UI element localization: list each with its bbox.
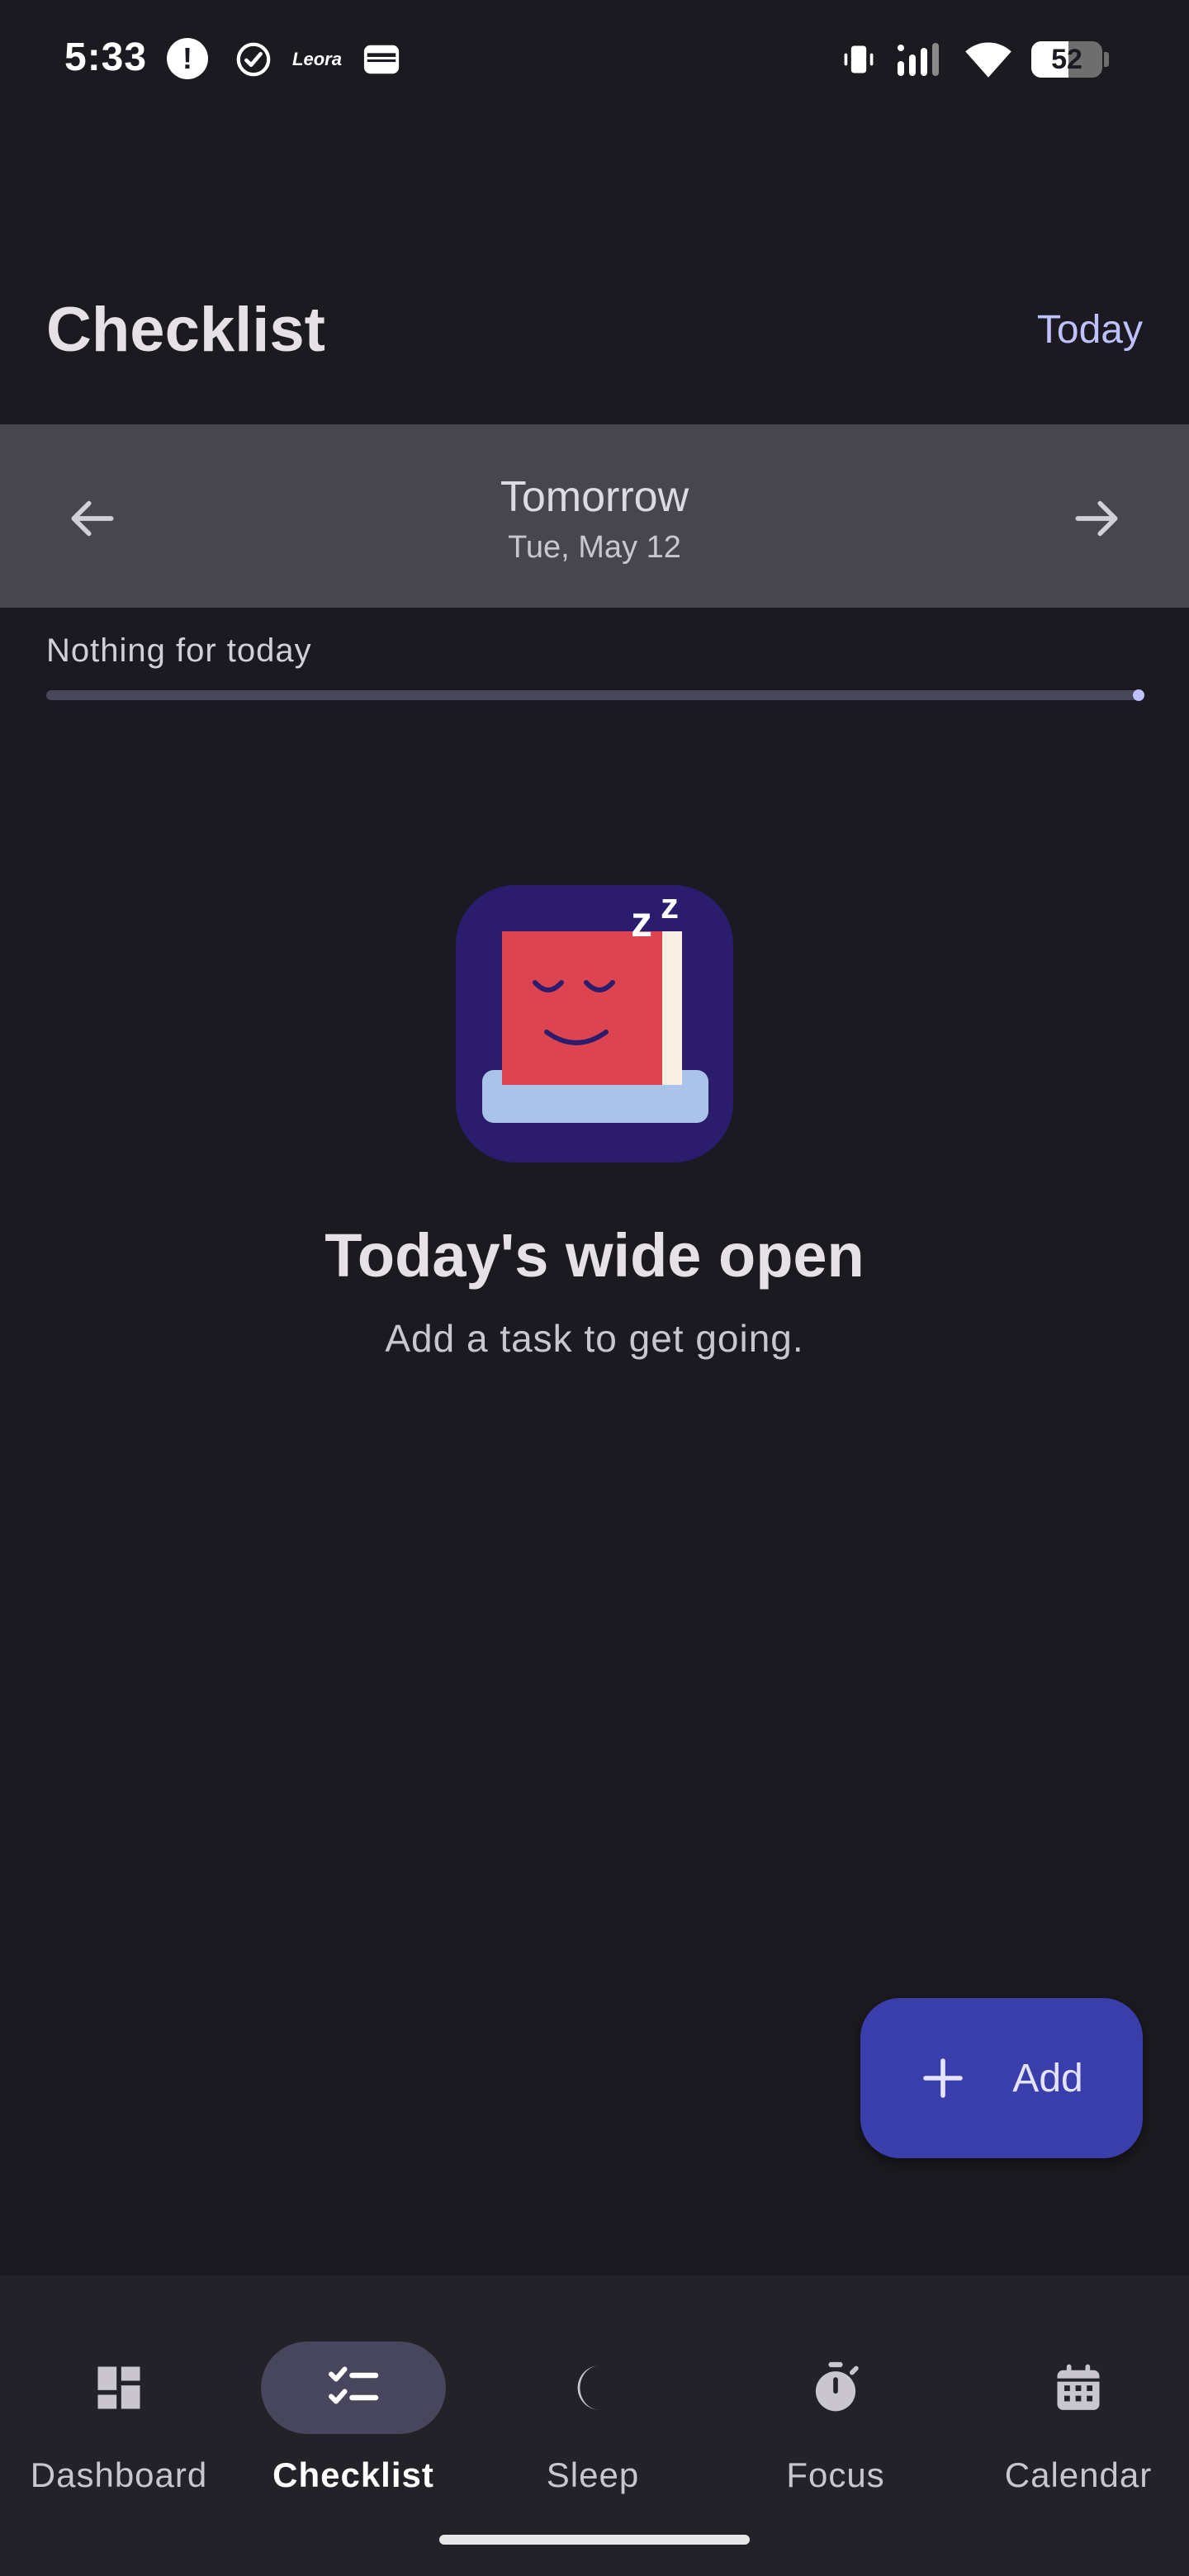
checklist-screen: 5:33 ! Leora 52 Checklist Today Tomorrow… [0,0,1189,2576]
nav-item-sleep[interactable]: Sleep [474,2308,712,2507]
status-time: 5:33 [64,36,148,79]
nav-label-focus: Focus [786,2455,885,2494]
battery-icon: 52 [1030,38,1110,81]
checklist-icon [329,2366,379,2404]
dashboard-icon [97,2366,140,2409]
progress-end-dot [1133,689,1144,701]
battery-level: 52 [1051,43,1082,75]
nav-item-focus[interactable]: Focus [717,2308,955,2507]
moon-icon [577,2365,600,2410]
sleeping-checklist-illustration: z z [456,885,733,1163]
date-navigator: Tomorrow Tue, May 12 [0,424,1189,608]
check-circle-icon [233,38,274,81]
date-subtitle: Tue, May 12 [508,530,681,565]
nav-item-dashboard[interactable]: Dashboard [0,2308,238,2507]
home-indicator[interactable] [439,2535,750,2545]
empty-state-title: Today's wide open [324,1221,865,1290]
nav-item-calendar[interactable]: Calendar [959,2308,1189,2507]
sleep-z-glyph: z [631,898,652,946]
status-bar: 5:33 ! Leora 52 [0,0,1189,116]
plus-icon [923,2058,964,2098]
nav-item-checklist[interactable]: Checklist [234,2308,472,2507]
wallet-icon [360,38,403,81]
wifi-icon [963,38,1014,81]
next-day-button[interactable] [1057,479,1136,558]
add-task-button[interactable]: Add [860,1998,1143,2158]
nav-label-sleep: Sleep [546,2455,640,2494]
arrow-right-icon [1075,500,1118,537]
nav-label-dashboard: Dashboard [30,2455,208,2494]
progress-label: Nothing for today [46,632,312,669]
bottom-navigation: Dashboard Checklist Sleep Focus Calendar [0,2275,1189,2576]
brand-notification-icon: Leora [292,49,342,69]
today-button[interactable]: Today [1037,307,1143,353]
vibrate-icon [841,38,877,81]
sleep-z-glyph-small: z [661,886,679,926]
add-task-label: Add [1012,2056,1083,2100]
progress-bar [46,689,1144,701]
calendar-icon [1057,2364,1100,2410]
empty-state-subtitle: Add a task to get going. [385,1317,804,1360]
stopwatch-icon [815,2361,859,2412]
date-title: Tomorrow [500,473,689,521]
nav-label-checklist: Checklist [272,2455,434,2494]
signal-icon [893,38,945,81]
nav-label-calendar: Calendar [1004,2455,1153,2494]
alert-icon: ! [167,38,208,79]
page-title: Checklist [46,295,325,365]
